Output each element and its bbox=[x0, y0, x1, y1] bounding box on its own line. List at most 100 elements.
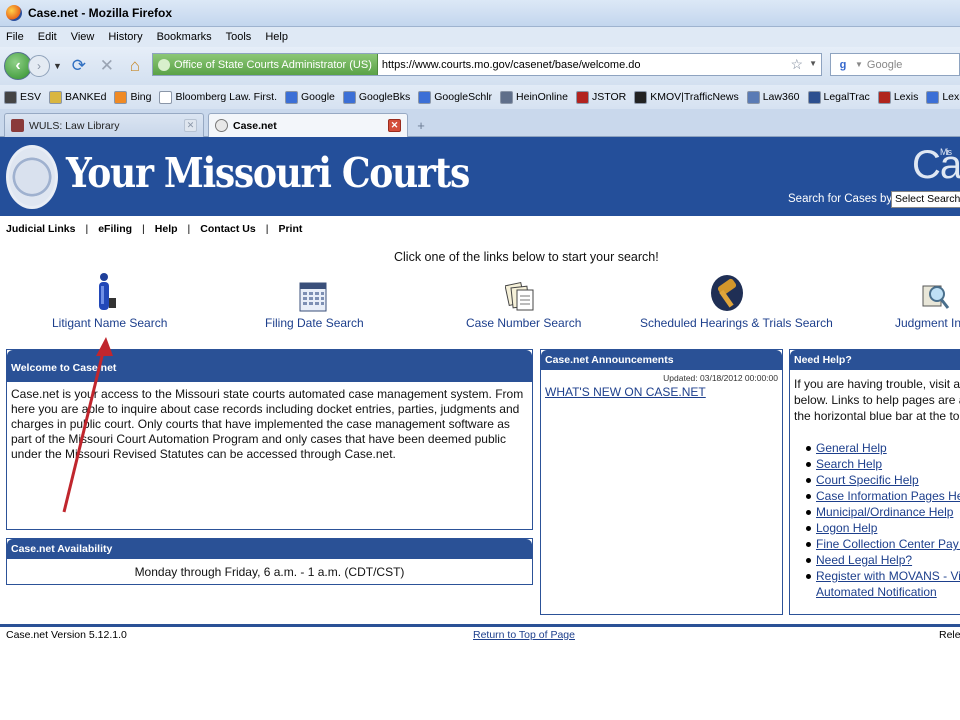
lexis-icon bbox=[877, 90, 891, 104]
bookmark-item[interactable]: LexisAdv bbox=[926, 90, 960, 104]
judgment-index-search[interactable]: Judgment Inde bbox=[895, 272, 960, 330]
menu-history[interactable]: History bbox=[108, 31, 142, 43]
menu-bar: File Edit View History Bookmarks Tools H… bbox=[0, 27, 960, 47]
site-identity-button[interactable]: Office of State Courts Administrator (US… bbox=[153, 54, 378, 75]
municipal-ordinance-help-link[interactable]: Municipal/Ordinance Help bbox=[806, 504, 960, 520]
welcome-text: Case.net is your access to the Missouri … bbox=[11, 387, 524, 461]
bookmark-label: LexisAdv bbox=[942, 91, 960, 103]
stop-icon[interactable]: ✕ bbox=[96, 55, 118, 77]
web-search-box[interactable]: g ▼ Google bbox=[830, 53, 960, 76]
close-tab-icon[interactable]: ✕ bbox=[184, 119, 197, 132]
search-placeholder: Google bbox=[866, 58, 903, 71]
menu-bookmarks[interactable]: Bookmarks bbox=[157, 31, 212, 43]
google-icon[interactable]: g bbox=[834, 56, 852, 74]
bookmark-star-icon[interactable]: ☆ bbox=[790, 56, 803, 73]
announcements-panel-header: Case.net Announcements bbox=[541, 350, 782, 370]
bookmark-item[interactable]: LegalTrac bbox=[807, 90, 870, 104]
bookmark-item[interactable]: ESV bbox=[4, 90, 41, 104]
google-icon bbox=[285, 90, 299, 104]
bookmark-item[interactable]: GoogleSchlr bbox=[418, 90, 492, 104]
search-prompt: Click one of the links below to start yo… bbox=[394, 250, 659, 264]
court-specific-help-link[interactable]: Court Specific Help bbox=[806, 472, 960, 488]
case-number-search[interactable]: Case Number Search bbox=[466, 272, 581, 330]
need-help-text: If you are having trouble, visit any of … bbox=[790, 370, 960, 428]
menu-view[interactable]: View bbox=[71, 31, 95, 43]
casenet-logo-text: Cas bbox=[912, 143, 960, 187]
scheduled-hearings-search[interactable]: Scheduled Hearings & Trials Search bbox=[640, 272, 833, 330]
tab-wuls-law-library[interactable]: WULS: Law Library ✕ bbox=[4, 113, 204, 137]
need-legal-help-link[interactable]: Need Legal Help? bbox=[806, 552, 960, 568]
search-by-label: Search for Cases by: bbox=[788, 193, 896, 205]
bookmarks-toolbar: ESV BANKEd Bing Bloomberg Law. First. Google… bbox=[0, 85, 960, 109]
search-engine-dropdown-icon[interactable]: ▼ bbox=[855, 60, 863, 69]
need-help-panel-header: Need Help? bbox=[790, 350, 960, 370]
address-bar[interactable]: Office of State Courts Administrator (US… bbox=[152, 53, 822, 76]
bookmark-item[interactable]: HeinOnline bbox=[500, 90, 568, 104]
welcome-panel-header: Welcome to Case.net bbox=[7, 350, 532, 382]
forward-button[interactable]: › bbox=[28, 55, 50, 77]
menu-help[interactable]: Help bbox=[265, 31, 288, 43]
search-option-label[interactable]: Scheduled Hearings & Trials Search bbox=[640, 316, 833, 330]
bookmark-item[interactable]: KMOV|TrafficNews bbox=[634, 90, 739, 104]
search-option-label[interactable]: Judgment Inde bbox=[895, 316, 960, 330]
contact-us-link[interactable]: Contact Us bbox=[200, 223, 255, 235]
bookmark-item[interactable]: Bloomberg Law. First. bbox=[159, 90, 278, 104]
link-separator: | bbox=[265, 223, 269, 235]
calendar-icon[interactable] bbox=[265, 272, 361, 312]
window-titlebar: Case.net - Mozilla Firefox bbox=[0, 0, 960, 27]
new-tab-button[interactable]: + bbox=[410, 115, 432, 135]
google-icon bbox=[342, 90, 356, 104]
help-link[interactable]: Help bbox=[155, 223, 178, 235]
whats-new-link[interactable]: WHAT'S NEW ON CASE.NET bbox=[541, 383, 782, 401]
availability-panel: Case.net Availability Monday through Fri… bbox=[6, 538, 533, 585]
litigant-name-search[interactable]: Litigant Name Search bbox=[52, 272, 167, 330]
url-text[interactable]: https://www.courts.mo.gov/casenet/base/w… bbox=[378, 59, 641, 71]
bookmark-item[interactable]: Bing bbox=[114, 90, 152, 104]
version-text: Case.net Version 5.12.1.0 bbox=[6, 629, 127, 641]
search-type-select[interactable]: Select Search M bbox=[891, 191, 960, 208]
return-to-top-link[interactable]: Return to Top of Page bbox=[473, 629, 575, 641]
automated-notification-link[interactable]: Automated Notification bbox=[816, 584, 960, 600]
navigation-toolbar: ‹ › ▼ ⟳ ✕ ⌂ Office of State Courts Admin… bbox=[0, 47, 960, 85]
efiling-link[interactable]: eFiling bbox=[98, 223, 132, 235]
bookmark-label: Bloomberg Law. First. bbox=[175, 91, 278, 103]
fine-collection-pay-link[interactable]: Fine Collection Center Pay b bbox=[806, 536, 960, 552]
search-option-label[interactable]: Litigant Name Search bbox=[52, 316, 167, 330]
gavel-icon[interactable] bbox=[640, 272, 814, 312]
release-text: Rele bbox=[939, 629, 960, 641]
reload-icon[interactable]: ⟳ bbox=[68, 55, 90, 77]
tab-case-net[interactable]: Case.net ✕ bbox=[208, 113, 408, 137]
url-dropdown-icon[interactable]: ▼ bbox=[809, 59, 817, 68]
case-information-help-link[interactable]: Case Information Pages Help bbox=[806, 488, 960, 504]
filing-date-search[interactable]: Filing Date Search bbox=[265, 272, 364, 330]
bookmark-item[interactable]: BANKEd bbox=[49, 90, 106, 104]
files-icon[interactable] bbox=[466, 272, 574, 312]
search-option-label[interactable]: Case Number Search bbox=[466, 316, 581, 330]
register-movans-link[interactable]: Register with MOVANS - Vic bbox=[806, 568, 960, 584]
menu-tools[interactable]: Tools bbox=[226, 31, 252, 43]
bookmark-item[interactable]: GoogleBks bbox=[342, 90, 410, 104]
close-tab-icon[interactable]: ✕ bbox=[388, 119, 401, 132]
bookmark-item[interactable]: Law360 bbox=[746, 90, 800, 104]
announcements-updated: Updated: 03/18/2012 00:00:00 bbox=[663, 373, 778, 383]
person-icon[interactable] bbox=[52, 272, 162, 312]
building-icon bbox=[500, 90, 514, 104]
bookmark-item[interactable]: Lexis bbox=[877, 90, 918, 104]
home-icon[interactable]: ⌂ bbox=[124, 55, 146, 77]
menu-file[interactable]: File bbox=[6, 31, 24, 43]
footer-divider bbox=[0, 624, 960, 627]
menu-edit[interactable]: Edit bbox=[38, 31, 57, 43]
general-help-link[interactable]: General Help bbox=[806, 440, 960, 456]
bookmark-item[interactable]: JSTOR bbox=[575, 90, 626, 104]
identity-icon bbox=[158, 58, 170, 71]
logon-help-link[interactable]: Logon Help bbox=[806, 520, 960, 536]
history-dropdown-icon[interactable]: ▼ bbox=[53, 61, 62, 71]
print-link[interactable]: Print bbox=[278, 223, 302, 235]
bookmark-item[interactable]: Google bbox=[285, 90, 335, 104]
search-option-label[interactable]: Filing Date Search bbox=[265, 316, 364, 330]
search-help-link[interactable]: Search Help bbox=[806, 456, 960, 472]
magnifier-icon[interactable] bbox=[895, 272, 960, 312]
new-tab-icon: + bbox=[417, 117, 425, 133]
bookmark-label: Bing bbox=[130, 91, 152, 103]
judicial-links-link[interactable]: Judicial Links bbox=[6, 223, 75, 235]
